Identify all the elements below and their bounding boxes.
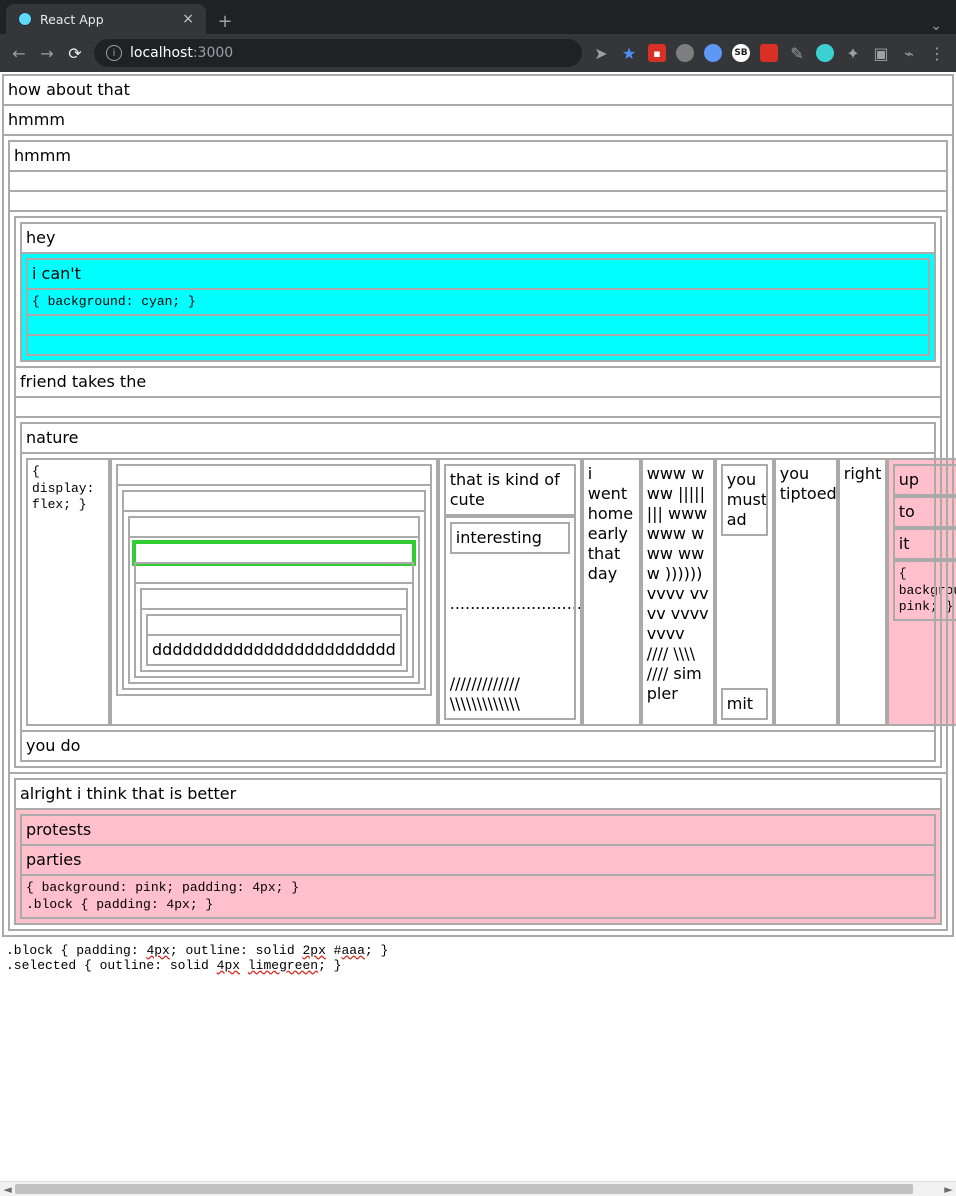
container-block[interactable]: hey i can't { background: cyan; } friend… <box>10 212 946 772</box>
flex-row-block[interactable]: { display: flex; } <box>22 454 934 730</box>
scroll-left-icon[interactable]: ◄ <box>0 1183 15 1196</box>
text-block[interactable]: protests <box>22 816 934 844</box>
text-block[interactable]: to <box>895 498 956 526</box>
text-block[interactable]: alright i think that is better <box>16 780 940 808</box>
browser-tab[interactable]: React App × <box>6 4 206 34</box>
browser-chrome: React App × + ⌄ ← → ⟳ i localhost:3000 ➤… <box>0 0 956 72</box>
nested-block[interactable]: dddddddddddddddddddddddd <box>118 486 430 694</box>
text-block[interactable]: interesting <box>452 524 568 552</box>
text-block[interactable]: i went home early that day <box>584 460 639 724</box>
empty-block[interactable] <box>136 564 412 582</box>
column-block[interactable]: that is kind of cute interesting .......… <box>440 460 580 724</box>
rule-block[interactable]: { display: flex; } <box>28 460 108 724</box>
reload-button[interactable]: ⟳ <box>66 44 84 63</box>
rule-block[interactable]: { background: pink; padding: 4px; } .blo… <box>22 876 934 917</box>
text-block[interactable]: you must ad <box>723 466 766 534</box>
nested-block[interactable]: interesting ............................… <box>446 518 574 718</box>
container-block[interactable]: hey i can't { background: cyan; } <box>16 218 940 366</box>
text-block[interactable]: how about that <box>4 76 952 104</box>
text-block[interactable]: www www |||||||| www www www www )))))) … <box>643 460 713 724</box>
empty-block[interactable] <box>16 398 940 416</box>
rule-block[interactable]: { background: cyan; } <box>28 290 928 314</box>
bookmark-star-icon[interactable]: ★ <box>620 44 638 63</box>
forward-button: → <box>38 44 56 63</box>
text-block[interactable]: nature <box>22 424 934 452</box>
tabs-overflow-icon[interactable]: ⌄ <box>930 18 956 34</box>
text-block[interactable]: parties <box>22 846 934 874</box>
horizontal-scrollbar[interactable]: ◄ ► <box>0 1181 956 1196</box>
text-line: ............................ <box>450 594 570 614</box>
extension-icon[interactable]: SB <box>732 44 750 62</box>
address-bar[interactable]: i localhost:3000 <box>94 39 582 67</box>
text-block[interactable]: that is kind of cute <box>446 466 574 514</box>
empty-block[interactable] <box>142 590 406 608</box>
url-port: :3000 <box>193 45 233 61</box>
text-line: ///////////// <box>450 674 570 694</box>
back-button[interactable]: ← <box>10 44 28 63</box>
extension-icon[interactable]: ✎ <box>788 44 806 62</box>
nested-block[interactable]: dddddddddddddddddddddddd <box>142 610 406 670</box>
text-block[interactable]: you tiptoed <box>776 460 836 724</box>
extension-icon[interactable] <box>816 44 834 62</box>
extension-icon[interactable] <box>676 44 694 62</box>
close-tab-icon[interactable]: × <box>182 11 194 27</box>
nested-block[interactable]: dddddddddddddddddddddddd <box>130 538 418 682</box>
text-block[interactable]: mit <box>723 690 766 718</box>
column-block[interactable]: you must ad mit <box>717 460 772 724</box>
container-block[interactable]: alright i think that is better protests … <box>10 774 946 929</box>
nested-block[interactable]: dddddddddddddddddddddddd <box>124 512 424 688</box>
send-icon[interactable]: ➤ <box>592 44 610 63</box>
extension-icon[interactable] <box>704 44 722 62</box>
empty-block[interactable] <box>10 192 946 210</box>
text-block[interactable]: i can't <box>28 260 928 288</box>
cyan-block[interactable]: i can't { background: cyan; } <box>22 254 934 360</box>
empty-block[interactable] <box>28 316 928 334</box>
extension-icon[interactable] <box>760 44 778 62</box>
scroll-right-icon[interactable]: ► <box>941 1183 956 1196</box>
footer-css: .block { padding: 4px; outline: solid 2p… <box>2 937 954 979</box>
kebab-menu-icon[interactable]: ⋮ <box>928 44 946 62</box>
url-host: localhost <box>130 45 193 61</box>
extension-icon[interactable]: ▣ <box>872 44 890 62</box>
container-block[interactable]: hmmm hey i can't { background: cyan; } f… <box>4 136 952 935</box>
nested-block[interactable]: dddddddddddddddddddddddd <box>136 584 412 676</box>
site-info-icon[interactable]: i <box>106 45 122 61</box>
selected-block[interactable] <box>136 544 412 562</box>
text-block[interactable]: hmmm <box>4 106 952 134</box>
extension-icons: ▪ SB ✎ ✦ ▣ ⌁ ⋮ <box>648 44 946 62</box>
text-line: \\\\\\\\\\\\\ <box>450 694 570 714</box>
empty-block[interactable] <box>10 172 946 190</box>
text-block[interactable]: friend takes the <box>16 368 940 396</box>
empty-block[interactable] <box>148 616 400 634</box>
empty-block[interactable] <box>118 466 430 484</box>
text-block[interactable]: you do <box>22 732 934 760</box>
empty-block[interactable] <box>28 336 928 354</box>
empty-block[interactable] <box>130 518 418 536</box>
rule-block[interactable]: { background: pink; } <box>895 562 956 619</box>
new-tab-button[interactable]: + <box>212 8 238 34</box>
text-block[interactable]: up <box>895 466 956 494</box>
text-block[interactable]: dddddddddddddddddddddddd <box>148 636 400 664</box>
extension-icon[interactable]: ⌁ <box>900 44 918 62</box>
tab-title: React App <box>40 12 104 27</box>
container-block[interactable]: nature { display: flex; } <box>16 418 940 766</box>
tab-bar: React App × + ⌄ <box>0 0 956 34</box>
page-content: how about that hmmm hmmm hey i can't { b… <box>0 72 956 981</box>
text-block[interactable]: right <box>840 460 885 724</box>
toolbar: ← → ⟳ i localhost:3000 ➤ ★ ▪ SB ✎ ✦ ▣ ⌁ … <box>0 34 956 72</box>
nested-block[interactable]: dddddddddddddddddddddddd <box>112 460 436 724</box>
empty-block[interactable] <box>124 492 424 510</box>
pink-block[interactable]: protests parties { background: pink; pad… <box>16 810 940 923</box>
react-favicon-icon <box>18 12 32 26</box>
extension-icon[interactable]: ▪ <box>648 44 666 62</box>
text-block[interactable]: it <box>895 530 956 558</box>
pink-column-block[interactable]: up to it { background: pink; } <box>889 460 956 724</box>
extensions-menu-icon[interactable]: ✦ <box>844 44 862 62</box>
scrollbar-thumb[interactable] <box>15 1184 913 1194</box>
text-block[interactable]: hmmm <box>10 142 946 170</box>
text-block[interactable]: hey <box>22 224 934 252</box>
